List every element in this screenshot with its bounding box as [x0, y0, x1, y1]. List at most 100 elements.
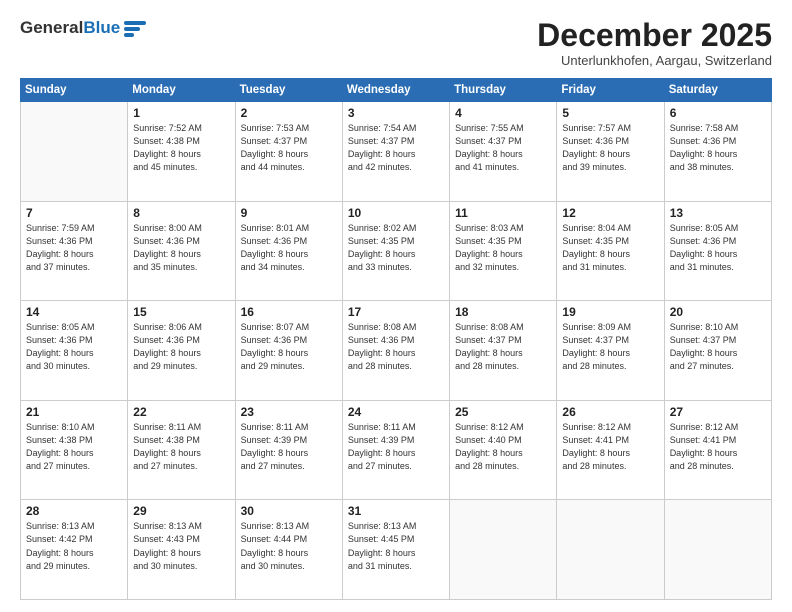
day-number: 12: [562, 206, 658, 220]
calendar-cell: 7 Sunrise: 7:59 AM Sunset: 4:36 PM Daylig…: [21, 201, 128, 301]
header: GeneralBlue December 2025 Unterlunkhofen…: [20, 18, 772, 68]
header-day-monday: Monday: [128, 79, 235, 102]
calendar-cell: 18 Sunrise: 8:08 AM Sunset: 4:37 PM Dayli…: [450, 301, 557, 401]
day-info: Sunrise: 8:02 AM Sunset: 4:35 PM Dayligh…: [348, 222, 444, 274]
week-row-4: 28 Sunrise: 8:13 AM Sunset: 4:42 PM Dayli…: [21, 500, 772, 600]
calendar-cell: 22Sunrise: 8:11 AM Sunset: 4:38 PM Dayli…: [128, 400, 235, 500]
day-number: 23: [241, 405, 337, 419]
calendar-cell: 25Sunrise: 8:12 AM Sunset: 4:40 PM Dayli…: [450, 400, 557, 500]
calendar-cell: [450, 500, 557, 600]
day-number: 25: [455, 405, 551, 419]
day-info: Sunrise: 8:12 AM Sunset: 4:41 PM Dayligh…: [562, 421, 658, 473]
header-day-sunday: Sunday: [21, 79, 128, 102]
day-info: Sunrise: 7:54 AM Sunset: 4:37 PM Dayligh…: [348, 122, 444, 174]
calendar-header: SundayMondayTuesdayWednesdayThursdayFrid…: [21, 79, 772, 102]
day-info: Sunrise: 8:05 AM Sunset: 4:36 PM Dayligh…: [26, 321, 122, 373]
calendar-cell: 11Sunrise: 8:03 AM Sunset: 4:35 PM Dayli…: [450, 201, 557, 301]
day-number: 29: [133, 504, 229, 518]
day-info: Sunrise: 7:53 AM Sunset: 4:37 PM Dayligh…: [241, 122, 337, 174]
calendar-cell: 24Sunrise: 8:11 AM Sunset: 4:39 PM Dayli…: [342, 400, 449, 500]
day-info: Sunrise: 7:52 AM Sunset: 4:38 PM Dayligh…: [133, 122, 229, 174]
calendar-cell: 20 Sunrise: 8:10 AM Sunset: 4:37 PM Dayli…: [664, 301, 771, 401]
header-day-wednesday: Wednesday: [342, 79, 449, 102]
day-info: Sunrise: 8:13 AM Sunset: 4:44 PM Dayligh…: [241, 520, 337, 572]
page: GeneralBlue December 2025 Unterlunkhofen…: [0, 0, 792, 612]
day-number: 8: [133, 206, 229, 220]
calendar-cell: 26 Sunrise: 8:12 AM Sunset: 4:41 PM Dayli…: [557, 400, 664, 500]
day-info: Sunrise: 8:11 AM Sunset: 4:39 PM Dayligh…: [348, 421, 444, 473]
calendar-cell: 30 Sunrise: 8:13 AM Sunset: 4:44 PM Dayli…: [235, 500, 342, 600]
calendar-cell: 21Sunrise: 8:10 AM Sunset: 4:38 PM Dayli…: [21, 400, 128, 500]
day-number: 16: [241, 305, 337, 319]
day-info: Sunrise: 8:00 AM Sunset: 4:36 PM Dayligh…: [133, 222, 229, 274]
day-number: 7: [26, 206, 122, 220]
day-info: Sunrise: 7:57 AM Sunset: 4:36 PM Dayligh…: [562, 122, 658, 174]
calendar-cell: 13 Sunrise: 8:05 AM Sunset: 4:36 PM Dayli…: [664, 201, 771, 301]
logo-general: General: [20, 18, 83, 37]
calendar-cell: 3 Sunrise: 7:54 AM Sunset: 4:37 PM Daylig…: [342, 102, 449, 202]
header-row: SundayMondayTuesdayWednesdayThursdayFrid…: [21, 79, 772, 102]
day-number: 15: [133, 305, 229, 319]
day-number: 9: [241, 206, 337, 220]
day-info: Sunrise: 8:05 AM Sunset: 4:36 PM Dayligh…: [670, 222, 766, 274]
calendar-cell: 8 Sunrise: 8:00 AM Sunset: 4:36 PM Daylig…: [128, 201, 235, 301]
day-info: Sunrise: 7:58 AM Sunset: 4:36 PM Dayligh…: [670, 122, 766, 174]
day-info: Sunrise: 8:07 AM Sunset: 4:36 PM Dayligh…: [241, 321, 337, 373]
day-number: 31: [348, 504, 444, 518]
day-number: 28: [26, 504, 122, 518]
header-day-friday: Friday: [557, 79, 664, 102]
day-info: Sunrise: 8:12 AM Sunset: 4:41 PM Dayligh…: [670, 421, 766, 473]
logo-line1: [124, 21, 146, 25]
day-info: Sunrise: 8:11 AM Sunset: 4:39 PM Dayligh…: [241, 421, 337, 473]
header-day-saturday: Saturday: [664, 79, 771, 102]
day-number: 30: [241, 504, 337, 518]
day-number: 19: [562, 305, 658, 319]
day-number: 13: [670, 206, 766, 220]
calendar-cell: 5Sunrise: 7:57 AM Sunset: 4:36 PM Daylig…: [557, 102, 664, 202]
day-info: Sunrise: 8:11 AM Sunset: 4:38 PM Dayligh…: [133, 421, 229, 473]
day-number: 17: [348, 305, 444, 319]
calendar-cell: 12 Sunrise: 8:04 AM Sunset: 4:35 PM Dayli…: [557, 201, 664, 301]
calendar-cell: 1 Sunrise: 7:52 AM Sunset: 4:38 PM Daylig…: [128, 102, 235, 202]
calendar-cell: 17Sunrise: 8:08 AM Sunset: 4:36 PM Dayli…: [342, 301, 449, 401]
day-number: 18: [455, 305, 551, 319]
logo: GeneralBlue: [20, 18, 146, 38]
day-number: 20: [670, 305, 766, 319]
calendar-cell: [664, 500, 771, 600]
calendar-cell: 23 Sunrise: 8:11 AM Sunset: 4:39 PM Dayli…: [235, 400, 342, 500]
day-info: Sunrise: 8:10 AM Sunset: 4:38 PM Dayligh…: [26, 421, 122, 473]
day-number: 26: [562, 405, 658, 419]
day-number: 2: [241, 106, 337, 120]
calendar-cell: 14Sunrise: 8:05 AM Sunset: 4:36 PM Dayli…: [21, 301, 128, 401]
calendar-cell: 6Sunrise: 7:58 AM Sunset: 4:36 PM Daylig…: [664, 102, 771, 202]
day-info: Sunrise: 8:04 AM Sunset: 4:35 PM Dayligh…: [562, 222, 658, 274]
calendar-cell: 10Sunrise: 8:02 AM Sunset: 4:35 PM Dayli…: [342, 201, 449, 301]
day-info: Sunrise: 8:06 AM Sunset: 4:36 PM Dayligh…: [133, 321, 229, 373]
calendar-cell: [21, 102, 128, 202]
logo-line3: [124, 33, 134, 37]
header-day-tuesday: Tuesday: [235, 79, 342, 102]
logo-lines-icon: [124, 21, 146, 37]
day-number: 3: [348, 106, 444, 120]
calendar-cell: 19Sunrise: 8:09 AM Sunset: 4:37 PM Dayli…: [557, 301, 664, 401]
header-day-thursday: Thursday: [450, 79, 557, 102]
calendar-cell: 9Sunrise: 8:01 AM Sunset: 4:36 PM Daylig…: [235, 201, 342, 301]
day-info: Sunrise: 8:13 AM Sunset: 4:42 PM Dayligh…: [26, 520, 122, 572]
day-info: Sunrise: 8:08 AM Sunset: 4:37 PM Dayligh…: [455, 321, 551, 373]
calendar-cell: 29Sunrise: 8:13 AM Sunset: 4:43 PM Dayli…: [128, 500, 235, 600]
calendar-cell: 28 Sunrise: 8:13 AM Sunset: 4:42 PM Dayli…: [21, 500, 128, 600]
calendar-table: SundayMondayTuesdayWednesdayThursdayFrid…: [20, 78, 772, 600]
calendar-body: 1 Sunrise: 7:52 AM Sunset: 4:38 PM Daylig…: [21, 102, 772, 600]
day-info: Sunrise: 8:10 AM Sunset: 4:37 PM Dayligh…: [670, 321, 766, 373]
day-number: 1: [133, 106, 229, 120]
week-row-0: 1 Sunrise: 7:52 AM Sunset: 4:38 PM Daylig…: [21, 102, 772, 202]
calendar-cell: 15 Sunrise: 8:06 AM Sunset: 4:36 PM Dayli…: [128, 301, 235, 401]
week-row-1: 7 Sunrise: 7:59 AM Sunset: 4:36 PM Daylig…: [21, 201, 772, 301]
calendar-cell: 2 Sunrise: 7:53 AM Sunset: 4:37 PM Daylig…: [235, 102, 342, 202]
calendar-cell: [557, 500, 664, 600]
calendar-cell: 31Sunrise: 8:13 AM Sunset: 4:45 PM Dayli…: [342, 500, 449, 600]
day-info: Sunrise: 8:03 AM Sunset: 4:35 PM Dayligh…: [455, 222, 551, 274]
location: Unterlunkhofen, Aargau, Switzerland: [537, 53, 772, 68]
calendar-cell: 16 Sunrise: 8:07 AM Sunset: 4:36 PM Dayli…: [235, 301, 342, 401]
day-info: Sunrise: 7:59 AM Sunset: 4:36 PM Dayligh…: [26, 222, 122, 274]
